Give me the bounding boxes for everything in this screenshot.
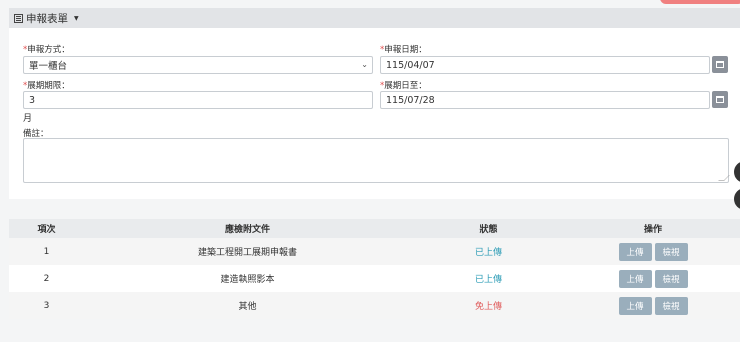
- period-label: *展期期限：: [23, 81, 70, 91]
- table-row: 2 建造執照影本 已上傳 上傳 檢視: [9, 265, 740, 292]
- table-row: 3 其他 免上傳 上傳 檢視: [9, 292, 740, 319]
- status-badge: 免上傳: [474, 302, 502, 312]
- method-label: *申報方式：: [23, 45, 70, 55]
- card-title: 申報表單: [26, 12, 68, 25]
- date-label: *申報日期：: [380, 45, 427, 55]
- status-badge: 已上傳: [474, 275, 502, 285]
- upload-button[interactable]: 上傳: [618, 269, 652, 288]
- view-button[interactable]: 檢視: [654, 242, 688, 261]
- table-row: 1 建築工程開工展期申報書 已上傳 上傳 檢視: [9, 238, 740, 265]
- document-table: 項次 應檢附文件 狀態 操作 1 建築工程開工展期申報書 已上傳 上傳 檢視 2…: [9, 219, 740, 319]
- chevron-down-icon: ⌄: [361, 60, 368, 69]
- row-actions: 上傳 檢視: [566, 242, 740, 261]
- status-badge: 已上傳: [474, 248, 502, 258]
- header-no: 項次: [37, 225, 56, 235]
- row-actions: 上傳 檢視: [566, 296, 740, 315]
- form-icon: [14, 13, 23, 23]
- header-action: 操作: [643, 225, 662, 235]
- top-action-pill[interactable]: [660, 0, 740, 4]
- row-doc: 建築工程開工展期申報書: [197, 248, 297, 258]
- upload-button[interactable]: 上傳: [618, 296, 652, 315]
- calendar-icon: [716, 61, 724, 68]
- period-unit: 月: [23, 114, 33, 124]
- row-doc: 建造執照影本: [220, 275, 275, 285]
- method-value: 單一櫃台: [29, 61, 68, 72]
- until-input[interactable]: 115/07/28: [380, 91, 710, 109]
- period-input[interactable]: 3: [23, 91, 373, 109]
- until-value: 115/07/28: [386, 94, 435, 106]
- row-no: 2: [43, 273, 50, 284]
- remark-textarea[interactable]: [23, 138, 730, 183]
- card-header[interactable]: 申報表單 ▼: [9, 8, 740, 28]
- row-actions: 上傳 檢視: [566, 269, 740, 288]
- date-input[interactable]: 115/04/07: [380, 56, 710, 74]
- date-value: 115/04/07: [386, 59, 435, 71]
- row-no: 3: [43, 300, 50, 311]
- header-doc: 應檢附文件: [224, 225, 270, 235]
- until-label: *展期日至：: [380, 81, 427, 91]
- caret-down-icon: ▼: [74, 14, 79, 22]
- upload-button[interactable]: 上傳: [618, 242, 652, 261]
- header-status: 狀態: [479, 225, 498, 235]
- table-header: 項次 應檢附文件 狀態 操作: [9, 219, 740, 238]
- row-doc: 其他: [238, 302, 257, 312]
- date-calendar-button[interactable]: [712, 56, 728, 73]
- view-button[interactable]: 檢視: [654, 269, 688, 288]
- method-select[interactable]: 單一櫃台 ⌄: [23, 56, 373, 74]
- row-no: 1: [43, 246, 50, 257]
- view-button[interactable]: 檢視: [654, 296, 688, 315]
- until-calendar-button[interactable]: [712, 91, 728, 108]
- calendar-icon: [716, 96, 724, 103]
- period-value: 3: [29, 94, 36, 106]
- resize-grip-icon[interactable]: [718, 175, 730, 181]
